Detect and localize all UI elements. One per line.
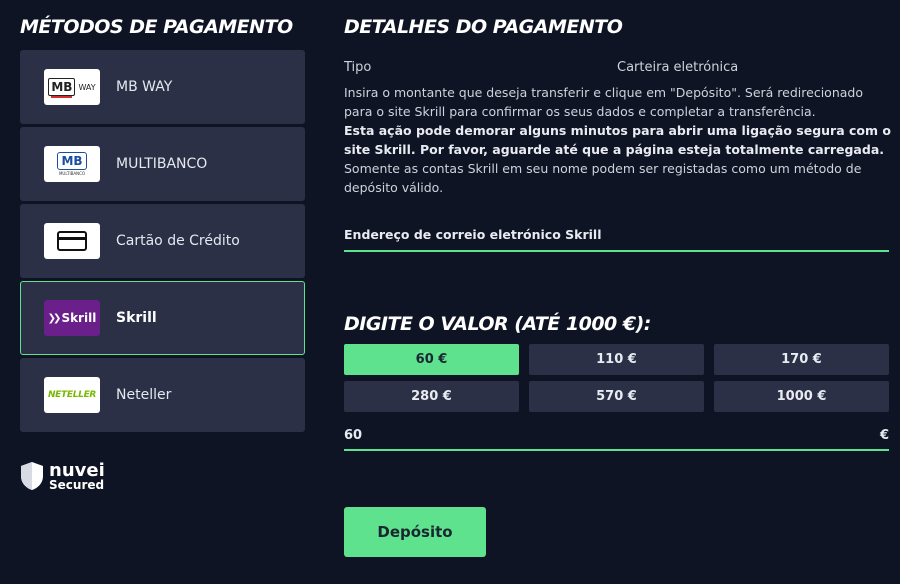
neteller-logo-icon: NETELLER bbox=[44, 377, 100, 413]
method-label: MULTIBANCO bbox=[116, 156, 208, 172]
mbway-logo-icon: MB WAY bbox=[44, 69, 100, 105]
amount-title: DIGITE O VALOR (ATÉ 1000 €): bbox=[344, 313, 651, 335]
skrill-arrows-icon: ❯❯ bbox=[47, 312, 62, 324]
skrill-email-field[interactable]: Endereço de correio eletrónico Skrill bbox=[344, 227, 602, 242]
description-warning: Esta ação pode demorar alguns minutos pa… bbox=[344, 123, 891, 157]
method-neteller[interactable]: NETELLER Neteller bbox=[20, 358, 305, 432]
nuvei-tagline: Secured bbox=[49, 477, 105, 492]
multibanco-logo-icon: MB MULTIBANCO bbox=[44, 146, 100, 182]
description-text: Insira o montante que deseja transferir … bbox=[344, 85, 863, 119]
mbway-logo-sub: WAY bbox=[78, 82, 96, 92]
method-mbway[interactable]: MB WAY MB WAY bbox=[20, 50, 305, 124]
payment-details-title: DETALHES DO PAGAMENTO bbox=[344, 16, 623, 38]
amount-option-110[interactable]: 110 € bbox=[529, 344, 704, 375]
method-multibanco[interactable]: MB MULTIBANCO MULTIBANCO bbox=[20, 127, 305, 201]
method-label: MB WAY bbox=[116, 79, 173, 95]
method-label: Skrill bbox=[116, 310, 157, 326]
method-skrill[interactable]: ❯❯ Skrill Skrill bbox=[20, 281, 305, 355]
currency-symbol: € bbox=[879, 428, 889, 443]
amount-input[interactable]: 60 € bbox=[344, 428, 889, 448]
nuvei-secured-badge: nuvei Secured bbox=[20, 461, 105, 491]
type-label: Tipo bbox=[344, 60, 372, 75]
payment-description: Insira o montante que deseja transferir … bbox=[344, 83, 892, 197]
description-note: Somente as contas Skrill em seu nome pod… bbox=[344, 161, 862, 195]
amount-option-60[interactable]: 60 € bbox=[344, 344, 519, 375]
multibanco-logo-text: MB bbox=[57, 152, 87, 170]
deposit-button[interactable]: Depósito bbox=[344, 507, 486, 557]
amount-option-170[interactable]: 170 € bbox=[714, 344, 889, 375]
shield-icon bbox=[21, 462, 43, 490]
amount-value: 60 bbox=[344, 428, 363, 443]
nuvei-brand-name: nuvei bbox=[49, 459, 105, 481]
amount-option-1000[interactable]: 1000 € bbox=[714, 381, 889, 412]
neteller-logo-text: NETELLER bbox=[47, 390, 97, 400]
credit-card-icon bbox=[44, 223, 100, 259]
amount-input-underline bbox=[344, 449, 889, 451]
method-label: Neteller bbox=[116, 387, 172, 403]
amount-option-570[interactable]: 570 € bbox=[529, 381, 704, 412]
method-credit-card[interactable]: Cartão de Crédito bbox=[20, 204, 305, 278]
type-value: Carteira eletrónica bbox=[617, 60, 739, 75]
method-label: Cartão de Crédito bbox=[116, 233, 240, 249]
multibanco-logo-sub: MULTIBANCO bbox=[58, 171, 86, 176]
skrill-logo-text: Skrill bbox=[61, 311, 97, 325]
payment-methods-list: MB WAY MB WAY MB MULTIBANCO MULTIBANCO C… bbox=[20, 50, 305, 435]
skrill-logo-icon: ❯❯ Skrill bbox=[44, 300, 100, 336]
amount-option-280[interactable]: 280 € bbox=[344, 381, 519, 412]
payment-methods-title: MÉTODOS DE PAGAMENTO bbox=[20, 16, 293, 38]
email-field-underline bbox=[344, 250, 889, 252]
mbway-logo-text: MB bbox=[48, 78, 76, 98]
amount-options: 60 € 110 € 170 € 280 € 570 € 1000 € bbox=[344, 344, 889, 412]
